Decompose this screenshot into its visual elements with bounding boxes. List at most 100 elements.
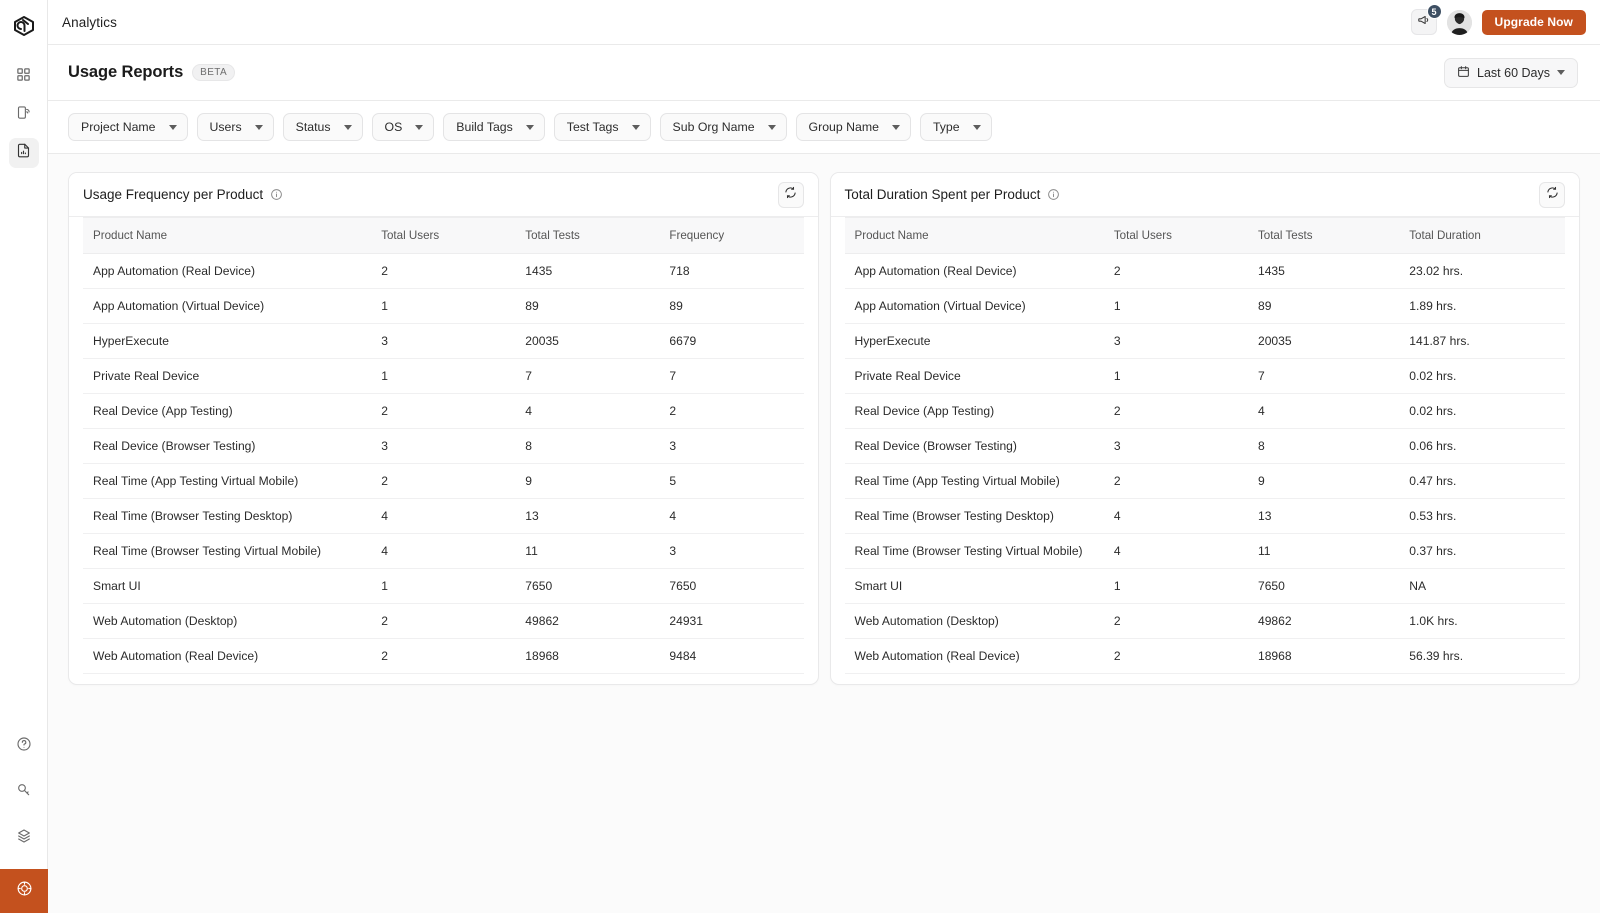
table-row[interactable]: Smart UI17650NA xyxy=(845,569,1566,604)
table-cell: 0.02 hrs. xyxy=(1399,394,1565,429)
table-row[interactable]: Real Time (Browser Testing Virtual Mobil… xyxy=(83,534,804,569)
filter-os[interactable]: OS xyxy=(372,113,435,141)
refresh-button[interactable] xyxy=(1539,182,1565,208)
date-range-filter[interactable]: Last 60 Days xyxy=(1444,58,1578,88)
info-icon[interactable] xyxy=(1047,188,1060,201)
col-total-duration[interactable]: Total Duration xyxy=(1399,218,1565,254)
chevron-down-icon xyxy=(344,125,352,130)
table-cell: 89 xyxy=(659,289,803,324)
table-cell: 3 xyxy=(1104,429,1248,464)
filter-users[interactable]: Users xyxy=(197,113,274,141)
notifications-button[interactable]: 5 xyxy=(1411,9,1437,35)
col-product-name[interactable]: Product Name xyxy=(83,218,371,254)
table-cell: 23.02 hrs. xyxy=(1399,254,1565,289)
card-title: Total Duration Spent per Product xyxy=(845,187,1041,202)
table-row[interactable]: Real Device (App Testing)240.02 hrs. xyxy=(845,394,1566,429)
left-sidebar xyxy=(0,0,48,913)
filter-sub-org-name[interactable]: Sub Org Name xyxy=(660,113,787,141)
table-row[interactable]: Smart UI176507650 xyxy=(83,569,804,604)
table-row[interactable]: Real Time (App Testing Virtual Mobile)29… xyxy=(845,464,1566,499)
upgrade-now-button[interactable]: Upgrade Now xyxy=(1482,10,1586,35)
sidebar-item-devices[interactable] xyxy=(9,100,39,130)
col-total-users[interactable]: Total Users xyxy=(1104,218,1248,254)
filter-test-tags[interactable]: Test Tags xyxy=(554,113,651,141)
table-row[interactable]: Real Device (Browser Testing)383 xyxy=(83,429,804,464)
table-row[interactable]: Web Automation (Virtual Device)133 xyxy=(83,674,804,685)
table-cell: Real Time (Browser Testing Virtual Mobil… xyxy=(845,534,1104,569)
table-body: App Automation (Real Device)21435718App … xyxy=(83,254,804,685)
filter-group-name[interactable]: Group Name xyxy=(796,113,911,141)
filter-label: Sub Org Name xyxy=(673,120,755,134)
col-total-users[interactable]: Total Users xyxy=(371,218,515,254)
sidebar-item-integrations[interactable] xyxy=(9,823,39,853)
table-row[interactable]: Web Automation (Real Device)2189689484 xyxy=(83,639,804,674)
col-total-tests[interactable]: Total Tests xyxy=(1248,218,1399,254)
info-icon[interactable] xyxy=(270,188,283,201)
table-cell: Real Device (Browser Testing) xyxy=(83,429,371,464)
table-cell: 3 xyxy=(371,324,515,359)
col-product-name[interactable]: Product Name xyxy=(845,218,1104,254)
filter-status[interactable]: Status xyxy=(283,113,363,141)
table-cell: 1.89 hrs. xyxy=(1399,289,1565,324)
table-row[interactable]: Real Device (App Testing)242 xyxy=(83,394,804,429)
table-row[interactable]: Web Automation (Desktop)2498621.0K hrs. xyxy=(845,604,1566,639)
table-row[interactable]: HyperExecute320035141.87 hrs. xyxy=(845,324,1566,359)
table-cell: 89 xyxy=(1248,289,1399,324)
layers-icon xyxy=(16,828,32,849)
sidebar-item-settings[interactable] xyxy=(0,869,48,913)
sidebar-nav xyxy=(0,62,47,168)
table-cell: 2 xyxy=(371,394,515,429)
table-cell: 9 xyxy=(1248,464,1399,499)
col-total-tests[interactable]: Total Tests xyxy=(515,218,659,254)
table-cell: 4 xyxy=(371,499,515,534)
table-cell: 3 xyxy=(659,534,803,569)
filter-label: Status xyxy=(296,120,331,134)
table-cell: 0.02 hrs. xyxy=(1399,359,1565,394)
table-row[interactable]: Private Real Device170.02 hrs. xyxy=(845,359,1566,394)
col-frequency[interactable]: Frequency xyxy=(659,218,803,254)
table-cell: 18968 xyxy=(1248,639,1399,674)
filter-type[interactable]: Type xyxy=(920,113,992,141)
table-row[interactable]: HyperExecute3200356679 xyxy=(83,324,804,359)
sidebar-item-analytics-reports[interactable] xyxy=(9,138,39,168)
sidebar-item-whats-new[interactable] xyxy=(9,777,39,807)
table-row[interactable]: Real Time (Browser Testing Desktop)4130.… xyxy=(845,499,1566,534)
filter-label: Group Name xyxy=(809,120,879,134)
card-header: Usage Frequency per Product xyxy=(69,173,818,217)
table-cell: 3 xyxy=(515,674,659,685)
chevron-down-icon xyxy=(892,125,900,130)
table-row[interactable]: Web Automation (Virtual Device)130.03 hr… xyxy=(845,674,1566,685)
avatar[interactable] xyxy=(1447,10,1472,35)
table-cell: 4 xyxy=(1248,394,1399,429)
table-row[interactable]: Real Time (Browser Testing Desktop)4134 xyxy=(83,499,804,534)
table-cell: 4 xyxy=(371,534,515,569)
table-cell: 7650 xyxy=(659,569,803,604)
filter-build-tags[interactable]: Build Tags xyxy=(443,113,545,141)
filter-label: Build Tags xyxy=(456,120,513,134)
refresh-button[interactable] xyxy=(778,182,804,208)
table-row[interactable]: App Automation (Real Device)21435718 xyxy=(83,254,804,289)
table-row[interactable]: Real Time (Browser Testing Virtual Mobil… xyxy=(845,534,1566,569)
table-cell: 3 xyxy=(659,429,803,464)
table-cell: NA xyxy=(1399,569,1565,604)
table-row[interactable]: Web Automation (Real Device)21896856.39 … xyxy=(845,639,1566,674)
chevron-down-icon xyxy=(169,125,177,130)
filter-project-name[interactable]: Project Name xyxy=(68,113,188,141)
sidebar-item-help[interactable] xyxy=(9,731,39,761)
table-row[interactable]: App Automation (Virtual Device)1891.89 h… xyxy=(845,289,1566,324)
table-row[interactable]: App Automation (Virtual Device)18989 xyxy=(83,289,804,324)
table-cell: 1 xyxy=(371,569,515,604)
key-icon xyxy=(16,782,32,803)
brand-logo-icon[interactable] xyxy=(7,10,41,44)
table-row[interactable]: Real Time (App Testing Virtual Mobile)29… xyxy=(83,464,804,499)
card-header: Total Duration Spent per Product xyxy=(831,173,1580,217)
table-cell: Real Time (Browser Testing Desktop) xyxy=(845,499,1104,534)
table-cell: 2 xyxy=(1104,394,1248,429)
table-cell: Real Time (App Testing Virtual Mobile) xyxy=(83,464,371,499)
sidebar-item-dashboard[interactable] xyxy=(9,62,39,92)
table-row[interactable]: Web Automation (Desktop)24986224931 xyxy=(83,604,804,639)
table-row[interactable]: Real Device (Browser Testing)380.06 hrs. xyxy=(845,429,1566,464)
table-row[interactable]: App Automation (Real Device)2143523.02 h… xyxy=(845,254,1566,289)
table-row[interactable]: Private Real Device177 xyxy=(83,359,804,394)
calendar-icon xyxy=(1457,65,1470,81)
